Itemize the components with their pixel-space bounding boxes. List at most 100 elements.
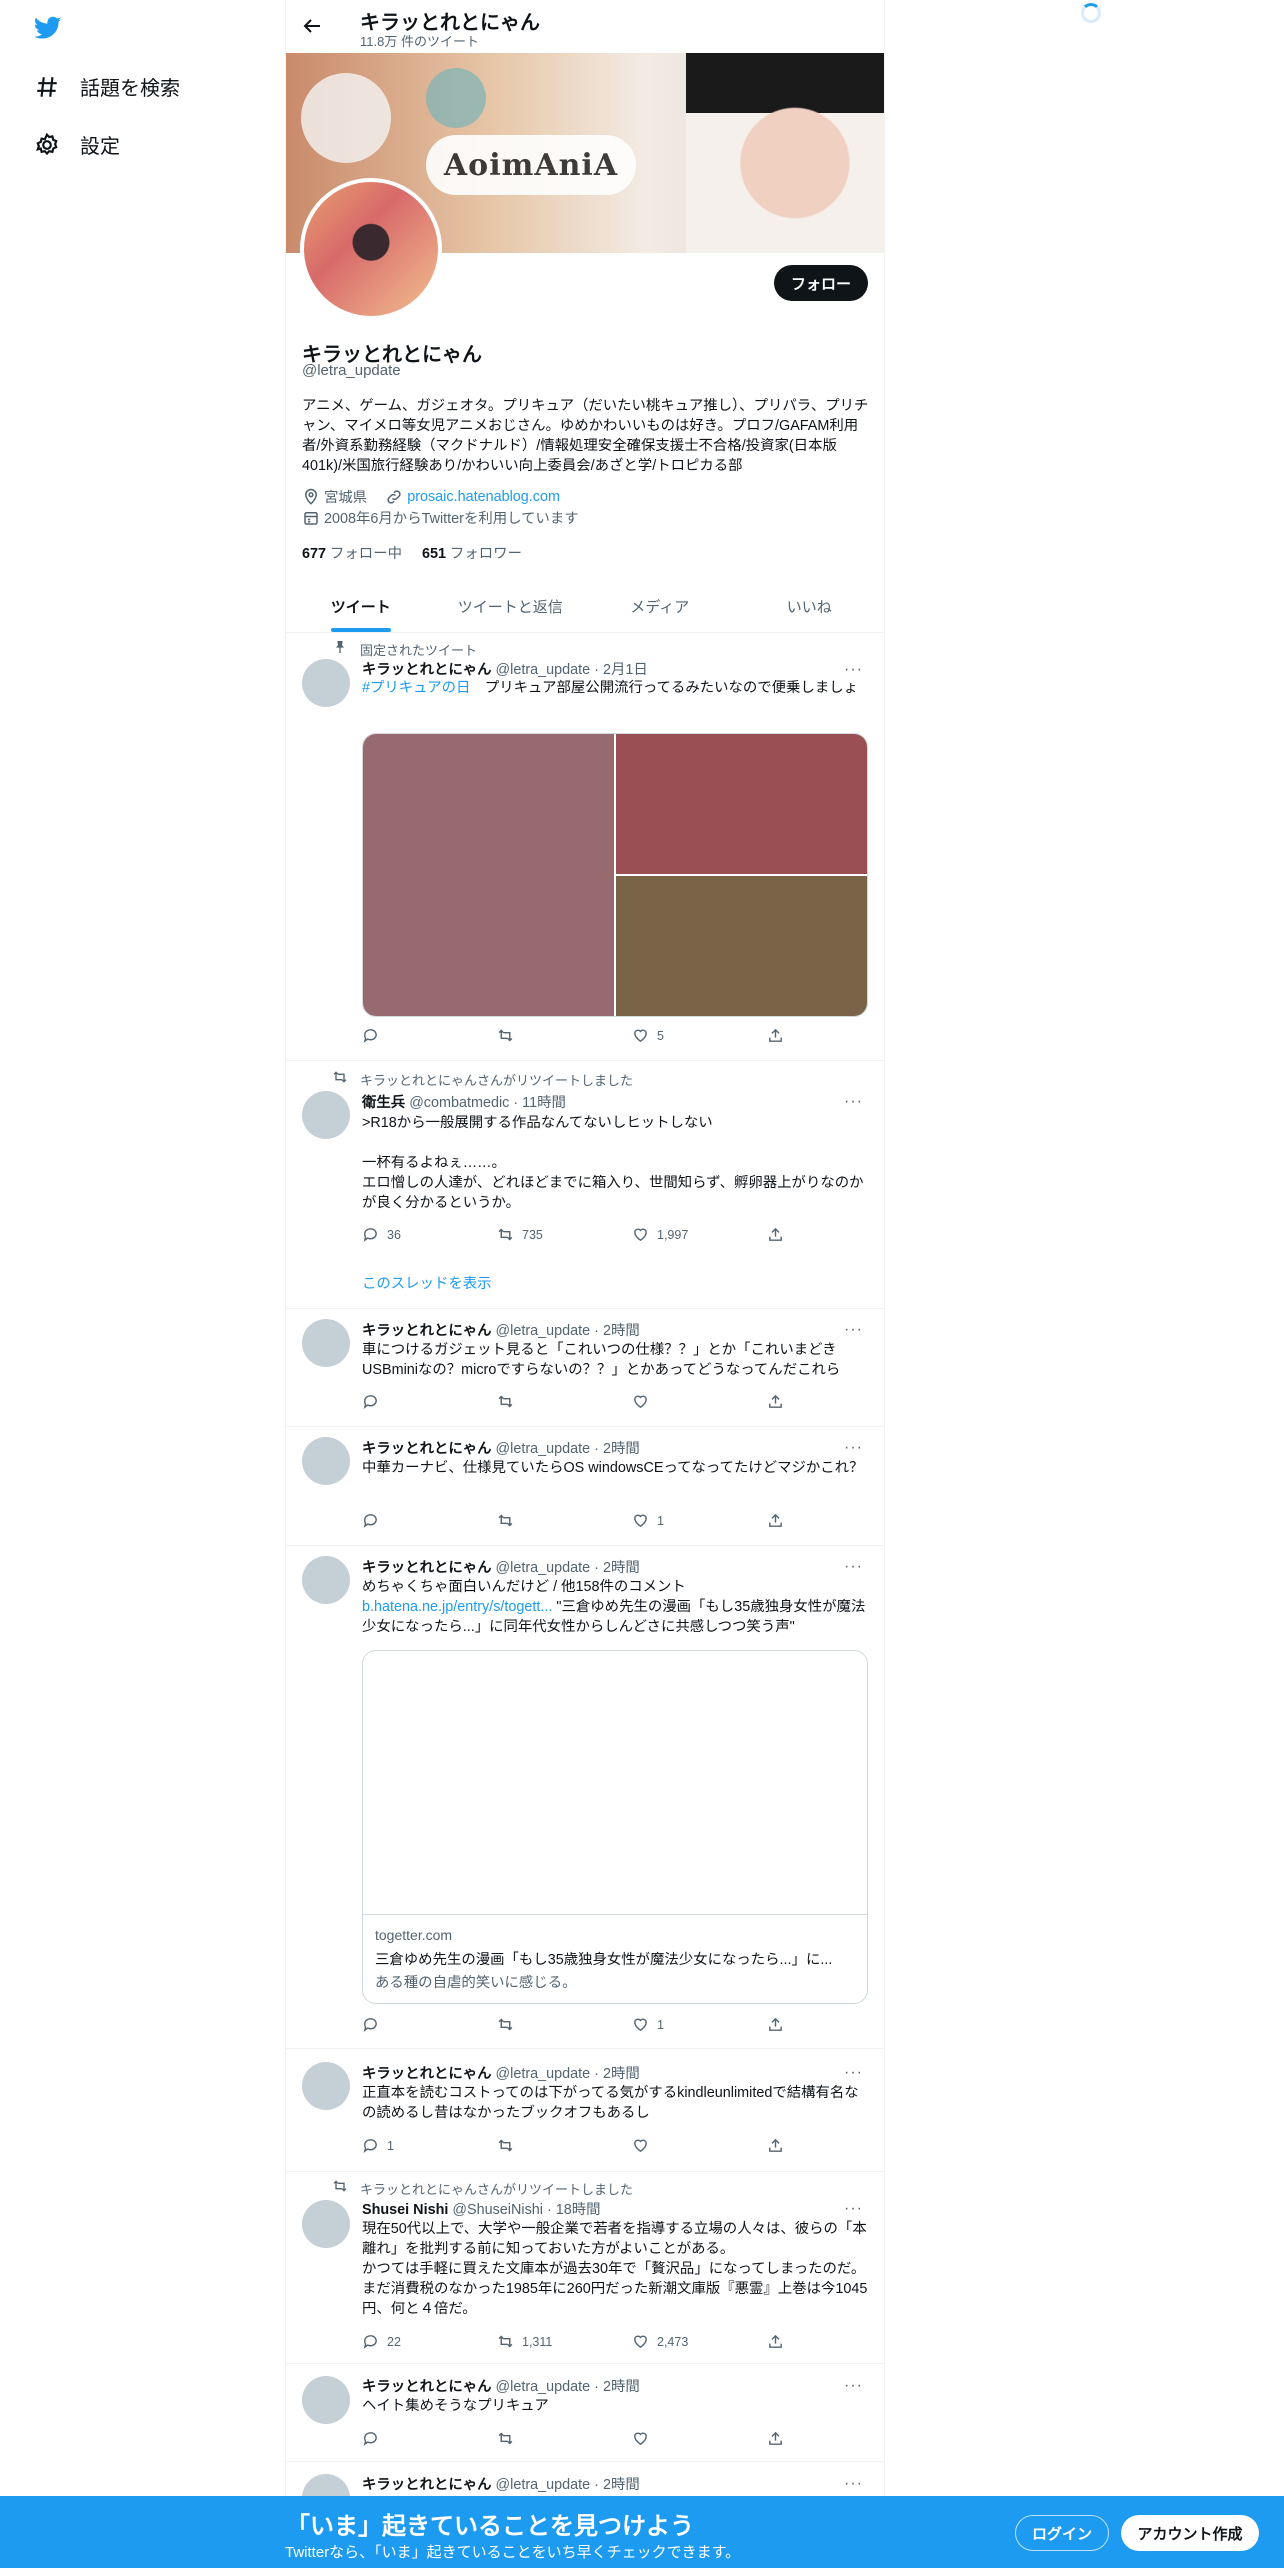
retweet-button[interactable] (497, 1512, 632, 1529)
tweet-author-handle[interactable]: @letra_update (496, 1323, 591, 1339)
tweet-time[interactable]: 2時間 (603, 2066, 640, 2082)
tweet-photo[interactable] (616, 876, 867, 1016)
tweet-author-handle[interactable]: @letra_update (496, 2066, 591, 2082)
share-button[interactable] (767, 2137, 784, 2154)
retweet-context-label[interactable]: キラッとれとにゃんさんがリツイートしました (360, 2179, 633, 2198)
tweet-time[interactable]: 2時間 (603, 1560, 640, 1576)
tweet-time[interactable]: 11時間 (522, 1095, 566, 1111)
tab-likes[interactable]: いいね (735, 580, 885, 632)
retweet-button[interactable] (497, 1027, 632, 1044)
avatar[interactable] (302, 1319, 350, 1367)
tweet-time[interactable]: 2月1日 (603, 662, 648, 678)
followers-stat[interactable]: 651 フォロワー (422, 546, 522, 562)
tab-media[interactable]: メディア (585, 580, 735, 632)
share-button[interactable] (767, 1027, 784, 1044)
tweet[interactable]: キラッとれとにゃん @letra_update · 2時間 ··· 車につけるガ… (286, 1309, 884, 1427)
tweet-author-handle[interactable]: @letra_update (496, 2379, 591, 2395)
more-icon[interactable]: ··· (844, 2064, 866, 2081)
tab-tweets[interactable]: ツイート (286, 580, 436, 632)
more-icon[interactable]: ··· (844, 1093, 866, 1110)
profile-url-link[interactable]: prosaic.hatenablog.com (407, 489, 560, 505)
tweet-author-handle[interactable]: @letra_update (496, 1560, 591, 1576)
more-icon[interactable]: ··· (844, 2377, 866, 2394)
retweet-button[interactable]: 1,311 (497, 2333, 632, 2350)
profile-avatar[interactable] (300, 178, 442, 320)
reply-button[interactable]: 1 (362, 2137, 497, 2154)
like-button[interactable]: 1,997 (632, 1226, 767, 1243)
share-button[interactable] (767, 1393, 784, 1410)
tweet-author-handle[interactable]: @ShuseiNishi (452, 2202, 543, 2218)
share-button[interactable] (767, 2430, 784, 2447)
tweet-author-handle[interactable]: @letra_update (496, 2477, 591, 2493)
tweet-author-name[interactable]: Shusei Nishi (362, 2202, 448, 2218)
share-button[interactable] (767, 2016, 784, 2033)
tweet[interactable]: 固定されたツイート キラッとれとにゃん @letra_update · 2月1日… (286, 633, 884, 1061)
more-icon[interactable]: ··· (844, 661, 866, 678)
reply-button[interactable] (362, 1512, 497, 1529)
like-button[interactable]: 2,473 (632, 2333, 767, 2350)
reply-button[interactable] (362, 1027, 497, 1044)
tweet-photo[interactable] (616, 734, 867, 874)
retweet-button[interactable] (497, 1393, 632, 1410)
tweet-time[interactable]: 2時間 (603, 1323, 640, 1339)
twitter-logo-icon[interactable] (32, 14, 64, 42)
tweet-author-handle[interactable]: @letra_update (496, 662, 591, 678)
reply-button[interactable]: 36 (362, 1226, 497, 1243)
following-stat[interactable]: 677 フォロー中 (302, 546, 402, 562)
tweet[interactable]: キラッとれとにゃん @letra_update · 2時間 ··· ヘイト集めそ… (286, 2364, 884, 2462)
more-icon[interactable]: ··· (844, 2200, 866, 2217)
like-button[interactable] (632, 1393, 767, 1410)
like-button[interactable]: 1 (632, 1512, 767, 1529)
signup-button[interactable]: アカウント作成 (1121, 2515, 1259, 2551)
link-card[interactable]: togetter.com 三倉ゆめ先生の漫画「もし35歳独身女性が魔法少女になっ… (362, 1650, 868, 2004)
reply-button[interactable]: 22 (362, 2333, 497, 2350)
reply-button[interactable] (362, 2016, 497, 2033)
retweet-button[interactable] (497, 2016, 632, 2033)
retweet-context-label[interactable]: キラッとれとにゃんさんがリツイートしました (360, 1070, 633, 1089)
like-button[interactable] (632, 2430, 767, 2447)
avatar[interactable] (302, 2062, 350, 2110)
login-button[interactable]: ログイン (1015, 2515, 1109, 2551)
hashtag-link[interactable]: #プリキュアの日 (362, 680, 470, 696)
tweet-author-name[interactable]: キラッとれとにゃん (362, 1441, 492, 1457)
reply-button[interactable] (362, 2430, 497, 2447)
retweet-button[interactable]: 735 (497, 1226, 632, 1243)
tweet[interactable]: キラッとれとにゃんさんがリツイートしました Shusei Nishi @Shus… (286, 2172, 884, 2364)
tweet[interactable]: キラッとれとにゃんさんがリツイートしました 衛生兵 @combatmedic ·… (286, 1061, 884, 1309)
tweet-time[interactable]: 2時間 (603, 2477, 640, 2493)
tweet-author-name[interactable]: キラッとれとにゃん (362, 1560, 492, 1576)
tweet-author-name[interactable]: キラッとれとにゃん (362, 2066, 492, 2082)
sidebar-item-explore[interactable]: 話題を検索 (34, 72, 180, 101)
tweet-author-name[interactable]: キラッとれとにゃん (362, 2379, 492, 2395)
like-button[interactable] (632, 2137, 767, 2154)
show-thread-link[interactable]: このスレッドを表示 (362, 1272, 492, 1293)
tweet-author-handle[interactable]: @combatmedic (409, 1095, 509, 1111)
share-button[interactable] (767, 1226, 784, 1243)
like-button[interactable]: 1 (632, 2016, 767, 2033)
reply-button[interactable] (362, 1393, 497, 1410)
more-icon[interactable]: ··· (844, 1439, 866, 1456)
avatar[interactable] (302, 1091, 350, 1139)
avatar[interactable] (302, 659, 350, 707)
retweet-button[interactable] (497, 2430, 632, 2447)
avatar[interactable] (302, 1437, 350, 1485)
tweet-author-name[interactable]: キラッとれとにゃん (362, 1323, 492, 1339)
tweet-author-name[interactable]: キラッとれとにゃん (362, 662, 492, 678)
avatar[interactable] (302, 1556, 350, 1604)
hatena-link[interactable]: b.hatena.ne.jp/entry/s/togett... (362, 1599, 552, 1615)
tweet[interactable]: キラッとれとにゃん @letra_update · 2時間 ··· めちゃくちゃ… (286, 1546, 884, 2049)
back-arrow-icon[interactable] (300, 14, 324, 38)
avatar[interactable] (302, 2376, 350, 2424)
retweet-button[interactable] (497, 2137, 632, 2154)
tweet-time[interactable]: 18時間 (556, 2202, 601, 2218)
more-icon[interactable]: ··· (844, 2475, 866, 2492)
like-button[interactable]: 5 (632, 1027, 767, 1044)
more-icon[interactable]: ··· (844, 1558, 866, 1575)
more-icon[interactable]: ··· (844, 1321, 866, 1338)
tab-tweets-and-replies[interactable]: ツイートと返信 (436, 580, 586, 632)
share-button[interactable] (767, 1512, 784, 1529)
tweet-author-name[interactable]: 衛生兵 (362, 1095, 405, 1111)
tweet-author-handle[interactable]: @letra_update (496, 1441, 591, 1457)
share-button[interactable] (767, 2333, 784, 2350)
tweet-author-name[interactable]: キラッとれとにゃん (362, 2477, 492, 2493)
